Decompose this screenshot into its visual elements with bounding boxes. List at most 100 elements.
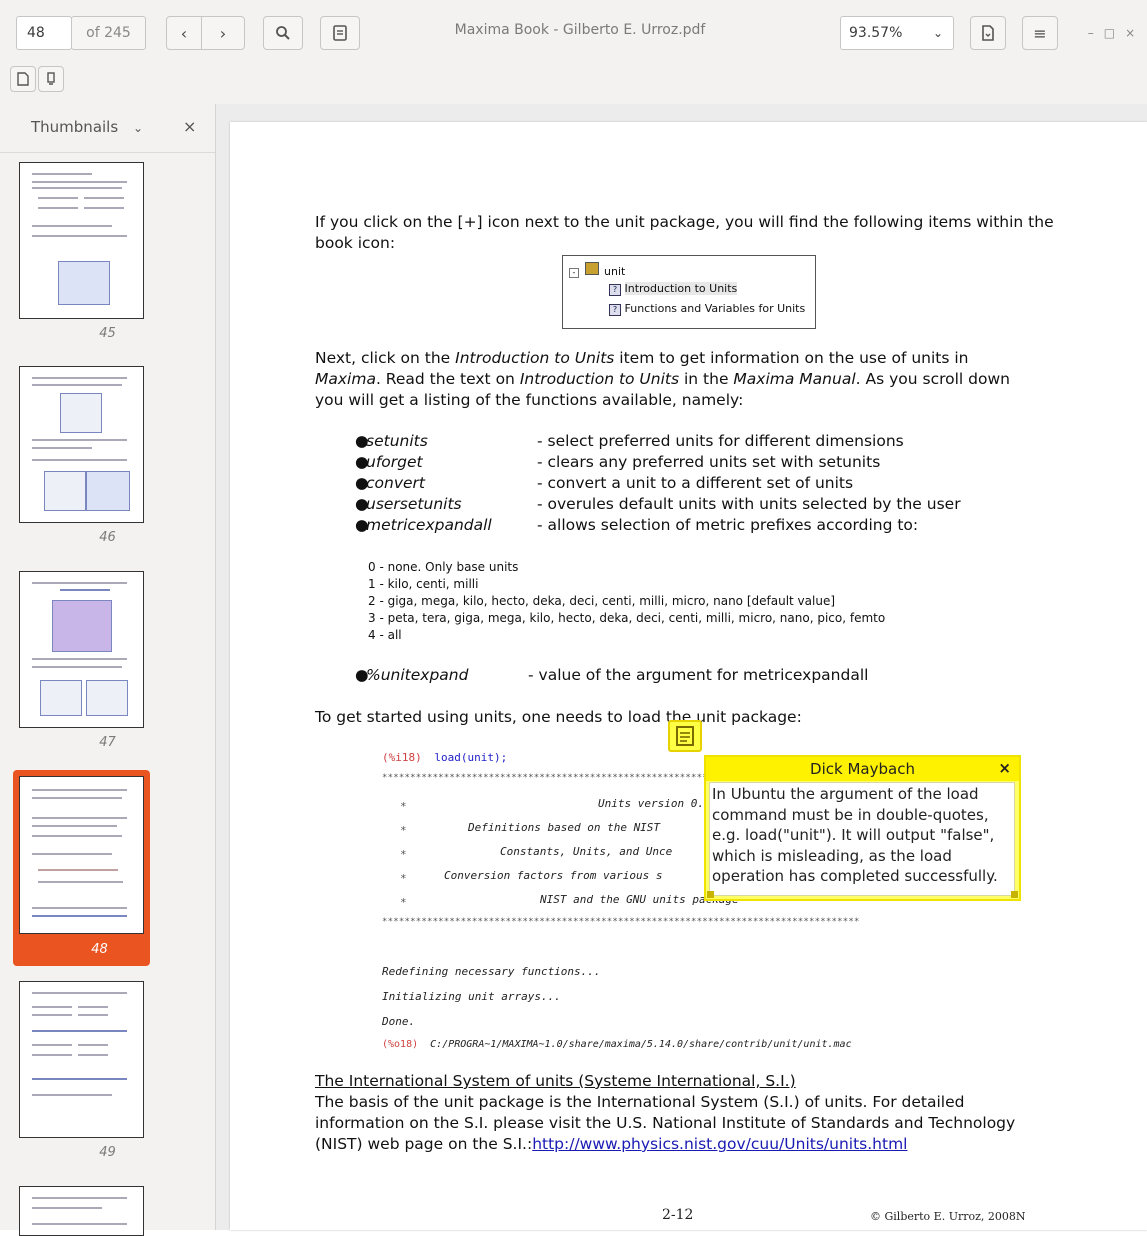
list-item-name: convert [366, 474, 425, 492]
annotation-popup[interactable]: Dick Maybach × In Ubuntu the argument of… [704, 755, 1021, 901]
annotation-text[interactable]: In Ubuntu the argument of the load comma… [709, 782, 1015, 896]
started-paragraph: To get started using units, one needs to… [315, 708, 802, 726]
level-item: 2 - giga, mega, kilo, hecto, deka, deci,… [368, 594, 836, 608]
tree-item-intro: ? Introduction to Units [609, 282, 738, 296]
chevron-down-icon: ⌄ [932, 26, 943, 40]
thumbnail-page-46[interactable] [19, 366, 144, 523]
tree-root-label: unit [604, 265, 626, 278]
thumbnail-page-49[interactable] [19, 981, 144, 1138]
close-sidebar-button[interactable]: × [183, 117, 196, 136]
chevron-right-icon: › [219, 23, 227, 43]
page-number-input[interactable]: 48 [16, 16, 72, 50]
level-item: 0 - none. Only base units [368, 560, 519, 574]
thumbnail-label-45: 45 [99, 326, 116, 341]
thumbnail-label-46: 46 [99, 530, 116, 545]
code-output: C:/PROGRA~1/MAXIMA~1.0/share/maxima/5.14… [430, 1039, 852, 1050]
annotation-close-button[interactable]: × [998, 759, 1011, 777]
minimize-icon[interactable]: – [1088, 26, 1094, 40]
si-section: The International System of units (Syste… [315, 1071, 1105, 1155]
page-total-text: of 245 [86, 25, 131, 41]
annotation-author: Dick Maybach [810, 760, 915, 778]
code-initializing: Initializing unit arrays... [382, 990, 561, 1003]
code-line: Definitions based on the NIST [468, 821, 661, 834]
code-star-col: * * * * * [400, 800, 407, 909]
tree-item-intro-label: Introduction to Units [624, 282, 738, 295]
highlight-button[interactable] [38, 66, 64, 92]
para2-line2-d: in the [679, 370, 734, 388]
list-item-desc: - select preferred units for different d… [537, 432, 904, 450]
paragraph-intro-units: Next, click on the Introduction to Units… [315, 348, 1095, 411]
close-icon: × [998, 759, 1011, 777]
list-item-desc: - allows selection of metric prefixes ac… [537, 516, 919, 534]
annotation-marker[interactable] [668, 720, 702, 752]
level-item: 1 - kilo, centi, milli [368, 577, 479, 591]
chevron-left-icon: ‹ [180, 23, 188, 43]
level-item: 3 - peta, tera, giga, mega, kilo, hecto,… [368, 611, 886, 625]
si-line1: The basis of the unit package is the Int… [315, 1093, 965, 1111]
para2-line3: you will get a listing of the functions … [315, 391, 744, 409]
help-icon: ? [609, 304, 621, 316]
list-item-name: setunits [366, 432, 428, 450]
code-line: Constants, Units, and Unce [500, 845, 673, 858]
pdf-page: If you click on the [+] icon next to the… [230, 122, 1147, 1230]
list-item-desc: - overules default units with units sele… [537, 495, 961, 513]
zoom-value: 93.57% [849, 25, 903, 41]
maximize-icon[interactable]: □ [1104, 26, 1115, 40]
close-icon: × [183, 117, 197, 136]
document-viewport[interactable]: If you click on the [+] icon next to the… [216, 104, 1147, 1230]
header-toolbar: 48 of 245 ‹ › Maxima Book - Gilberto E. … [0, 0, 1147, 65]
sidebar-header: Thumbnails ⌄ × [0, 104, 215, 153]
list-item-name: uforget [366, 453, 423, 471]
document-title: Maxima Book - Gilberto E. Urroz.pdf [454, 22, 706, 38]
si-line2: information on the S.I. please visit the… [315, 1114, 1016, 1132]
code-input: load(unit); [434, 751, 508, 764]
chevron-down-icon: ⌄ [132, 121, 144, 135]
document-note-icon [333, 25, 347, 41]
thumbnail-label-47: 47 [99, 735, 116, 750]
para2-line2-c: Introduction to Units [519, 370, 680, 388]
annotations-button[interactable] [320, 16, 360, 50]
list-item-desc: - convert a unit to a different set of u… [537, 474, 854, 492]
si-line3: (NIST) web page on the S.I.: [315, 1135, 533, 1153]
close-window-icon[interactable]: × [1125, 26, 1135, 40]
search-button[interactable] [263, 16, 303, 50]
code-redefining: Redefining necessary functions... [382, 965, 601, 978]
code-input-label: (%i18) [382, 751, 422, 764]
collapse-icon: - [569, 268, 579, 278]
menu-button[interactable]: ≡ [1022, 16, 1058, 50]
thumbnail-page-48[interactable] [19, 776, 144, 934]
thumbnail-page-50[interactable] [19, 1186, 144, 1236]
list-item-name: %unitexpand [366, 666, 469, 684]
nist-link[interactable]: http://www.physics.nist.gov/cuu/Units/un… [532, 1135, 907, 1153]
tree-item-functions: ? Functions and Variables for Units [609, 302, 805, 316]
intro-text: If you click on the [+] icon next to the… [315, 213, 1054, 252]
zoom-select[interactable]: 93.57% ⌄ [840, 16, 954, 50]
help-icon: ? [609, 284, 621, 296]
footer-copyright: © Gilberto E. Urroz, 2008N [870, 1210, 1026, 1223]
para2-b: Introduction to Units [455, 349, 615, 367]
resize-handle-left[interactable] [707, 891, 714, 898]
tree-root: - unit [569, 262, 625, 278]
level-item: 4 - all [368, 628, 402, 642]
save-copy-button[interactable] [970, 16, 1006, 50]
add-text-annotation-button[interactable] [10, 66, 36, 92]
para2-c: item to get information on the use of un… [614, 349, 969, 367]
para2-line2-a: Maxima [315, 370, 376, 388]
footer-page-number: 2-12 [662, 1207, 694, 1223]
thumbnail-page-45[interactable] [19, 162, 144, 319]
previous-page-button[interactable]: ‹ [166, 16, 202, 50]
annotation-header[interactable]: Dick Maybach × [706, 757, 1019, 781]
thumbnail-label-48: 48 [91, 942, 108, 957]
para2-line2-e: Maxima Manual [733, 370, 856, 388]
next-page-button[interactable]: › [201, 16, 245, 50]
para2-line2-b: . Read the text on [375, 370, 520, 388]
para2-line2-f: . As you scroll down [855, 370, 1010, 388]
text-note-icon [17, 72, 29, 86]
book-icon [584, 262, 599, 275]
sidebar-mode-dropdown[interactable]: Thumbnails ⌄ [31, 118, 143, 136]
list-item-desc: - clears any preferred units set with se… [537, 453, 881, 471]
resize-handle-right[interactable] [1011, 891, 1018, 898]
annotation-toolbar [0, 64, 1147, 105]
thumbnail-page-47[interactable] [19, 571, 144, 728]
para2-a: Next, click on the [315, 349, 456, 367]
